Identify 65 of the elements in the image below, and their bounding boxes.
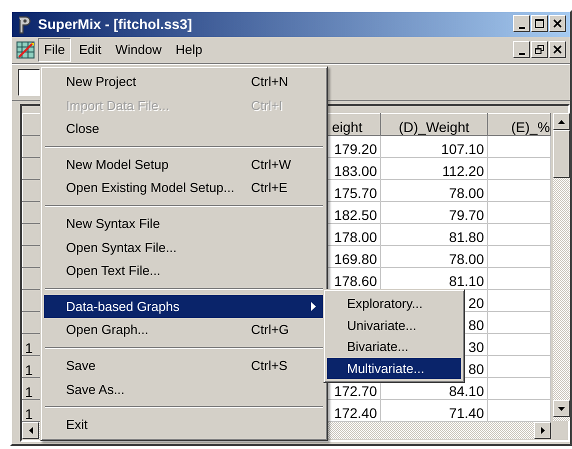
menu-item[interactable]: Exit [44, 413, 324, 437]
table-cell: 183.00 [328, 158, 380, 180]
scroll-left-button[interactable] [22, 422, 39, 439]
menu-item[interactable]: Data-based Graphs [44, 294, 324, 318]
minimize-button[interactable] [513, 15, 530, 32]
maximize-button[interactable] [531, 15, 548, 32]
down-arrow-icon [558, 406, 565, 410]
row-header[interactable]: 1 [22, 334, 40, 356]
menu-item[interactable]: Multivariate... [327, 358, 461, 379]
scroll-up-button[interactable] [553, 113, 570, 130]
menu-item[interactable]: Window [109, 38, 168, 62]
menu-item[interactable]: Save As... [44, 378, 324, 402]
menu-item[interactable]: Open Existing Model Setup... Ctrl+E [44, 176, 324, 200]
table-cell: 182.50 [328, 202, 380, 224]
minimize-button[interactable] [513, 41, 530, 58]
column-header[interactable]: eight [328, 114, 380, 136]
row-header[interactable]: 1 [22, 356, 40, 378]
table-cell: 71.40 [380, 400, 488, 422]
close-icon [553, 45, 562, 54]
table-cell: 179.20 [328, 136, 380, 158]
table-cell: 172.40 [328, 400, 380, 422]
table-cell: 112.20 [380, 158, 488, 180]
scroll-thumb[interactable] [553, 130, 570, 178]
table-cell: 175.70 [328, 180, 380, 202]
restore-button[interactable] [531, 41, 548, 58]
menu-item[interactable]: Open Graph... Ctrl+G [44, 318, 324, 342]
left-arrow-icon [28, 427, 32, 434]
table-cell: 169.80 [328, 246, 380, 268]
table-cell: 78.00 [380, 246, 488, 268]
menu-item[interactable]: Open Text File... [44, 259, 324, 283]
scroll-down-button[interactable] [553, 400, 570, 417]
minimize-icon [518, 26, 524, 28]
up-arrow-icon [558, 120, 565, 124]
table-cell: 178.60 [328, 268, 380, 290]
close-button[interactable] [549, 15, 566, 32]
menu-item[interactable]: Save Ctrl+S [44, 354, 324, 378]
restore-icon [535, 45, 544, 54]
menu-item[interactable]: New Syntax File [44, 212, 324, 236]
row-header[interactable]: 1 [22, 378, 40, 400]
menu-item[interactable]: File [38, 38, 71, 62]
menu-item[interactable]: Open Syntax File... [44, 236, 324, 260]
close-button[interactable] [549, 41, 566, 58]
table-cell: 81.80 [380, 224, 488, 246]
table-cell: 81.10 [380, 268, 488, 290]
table-cell: 78.00 [380, 180, 488, 202]
scroll-right-button[interactable] [534, 422, 551, 439]
app-logo-icon [16, 14, 32, 34]
submenu-arrow-icon [311, 302, 316, 312]
vertical-scrollbar[interactable] [553, 113, 570, 421]
row-header[interactable]: 1 [22, 400, 40, 422]
menu-item[interactable]: Edit [72, 38, 108, 62]
table-cell: 79.70 [380, 202, 488, 224]
table-cell: 107.10 [380, 136, 488, 158]
right-arrow-icon [540, 427, 544, 434]
menu-item[interactable]: New Project Ctrl+N [44, 70, 324, 94]
close-icon [553, 19, 562, 28]
window-title: SuperMix - [fitchol.ss3] [38, 15, 192, 34]
maximize-icon [535, 19, 544, 28]
menu-item[interactable]: Help [170, 38, 208, 62]
minimize-icon [518, 52, 524, 54]
menu-item[interactable]: New Model Setup Ctrl+W [44, 152, 324, 176]
menu-item[interactable]: Close [44, 117, 324, 141]
table-cell: 178.00 [328, 224, 380, 246]
input-field[interactable] [18, 69, 40, 96]
spreadsheet-icon [16, 40, 36, 60]
